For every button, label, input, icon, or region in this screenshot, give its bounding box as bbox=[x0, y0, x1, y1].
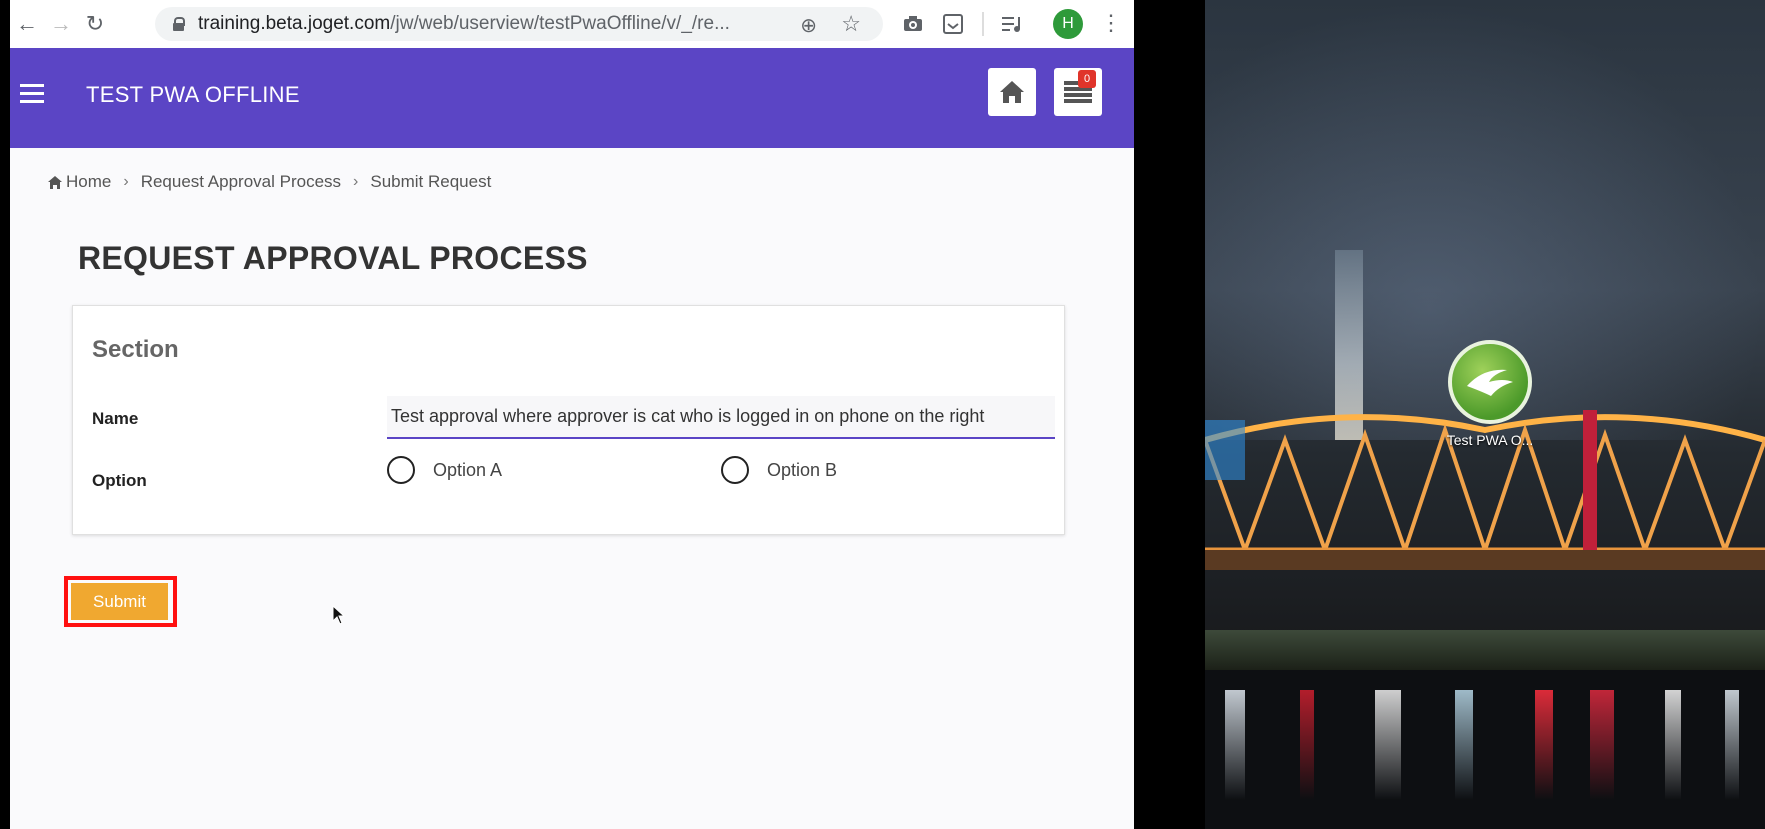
url-path: /jw/web/userview/testPwaOffline/v/_/re..… bbox=[390, 13, 730, 34]
breadcrumb-home[interactable]: Home bbox=[48, 172, 111, 192]
form-section-card: Section Name Option Option A Option B bbox=[72, 305, 1065, 535]
water-reflection bbox=[1725, 690, 1739, 800]
water-reflection bbox=[1665, 690, 1681, 800]
breadcrumb: Home › Request Approval Process › Submit… bbox=[48, 172, 491, 192]
pwa-app-icon[interactable] bbox=[1448, 340, 1532, 424]
breadcrumb-separator: › bbox=[123, 173, 129, 190]
water-reflection bbox=[1375, 690, 1401, 800]
submit-button[interactable]: Submit bbox=[71, 583, 168, 620]
breadcrumb-item-process[interactable]: Request Approval Process bbox=[141, 172, 341, 192]
section-title: Section bbox=[92, 336, 179, 363]
inbox-button[interactable]: 0 bbox=[1054, 68, 1102, 116]
water-reflection bbox=[1455, 690, 1473, 800]
back-icon[interactable]: ← bbox=[10, 7, 44, 41]
water-reflection bbox=[1225, 690, 1245, 800]
forward-icon[interactable]: → bbox=[44, 7, 78, 41]
water-reflection bbox=[1590, 690, 1614, 800]
name-label: Name bbox=[92, 409, 139, 428]
home-button[interactable] bbox=[988, 68, 1036, 116]
radio-option-b[interactable]: Option B bbox=[721, 456, 837, 484]
menu-icon[interactable] bbox=[20, 84, 44, 104]
home-icon bbox=[48, 175, 62, 189]
bookmark-star-icon[interactable]: ☆ bbox=[841, 11, 861, 37]
address-bar[interactable]: training.beta.joget.com/jw/web/userview/… bbox=[155, 7, 883, 41]
radio-circle[interactable] bbox=[387, 456, 415, 484]
radio-option-a-label: Option A bbox=[433, 459, 503, 480]
home-icon bbox=[1000, 81, 1024, 103]
screen-divider bbox=[1134, 0, 1205, 829]
page-title: REQUEST APPROVAL PROCESS bbox=[78, 240, 588, 276]
breadcrumb-item-submit: Submit Request bbox=[370, 172, 492, 191]
pwa-app-icon-label: Test PWA O... bbox=[1446, 432, 1534, 448]
reload-icon[interactable]: ↻ bbox=[78, 7, 112, 41]
browser-window: ← → ↻ training.beta.joget.com/jw/web/use… bbox=[10, 0, 1134, 829]
lock-icon bbox=[173, 17, 185, 31]
radio-option-a[interactable]: Option A bbox=[387, 456, 502, 484]
camera-extension-icon[interactable] bbox=[900, 10, 926, 38]
joget-logo-icon bbox=[1467, 369, 1513, 396]
toolbar-divider bbox=[982, 12, 984, 36]
river-bank bbox=[1205, 630, 1765, 670]
river-water bbox=[1205, 670, 1765, 829]
water-reflection bbox=[1535, 690, 1553, 800]
radio-circle[interactable] bbox=[721, 456, 749, 484]
breadcrumb-separator: › bbox=[353, 173, 359, 190]
radio-option-b-label: Option B bbox=[767, 459, 838, 480]
breadcrumb-home-label: Home bbox=[66, 172, 112, 191]
submit-highlight-box: Submit bbox=[64, 576, 177, 627]
screen-extension-icon[interactable] bbox=[940, 10, 966, 38]
browser-menu-icon[interactable]: ⋮ bbox=[1100, 10, 1122, 36]
name-input[interactable] bbox=[387, 396, 1055, 439]
inbox-count-badge: 0 bbox=[1078, 70, 1096, 88]
media-control-icon[interactable] bbox=[1000, 10, 1026, 38]
mouse-cursor-icon bbox=[332, 605, 346, 625]
option-label: Option bbox=[92, 471, 147, 490]
app-header: TEST PWA OFFLINE 0 bbox=[10, 48, 1134, 148]
profile-avatar[interactable]: H bbox=[1053, 9, 1083, 39]
url-host: training.beta.joget.com bbox=[198, 13, 391, 34]
install-app-icon[interactable]: ⊕ bbox=[800, 13, 817, 38]
water-reflection bbox=[1300, 690, 1314, 800]
browser-toolbar: ← → ↻ training.beta.joget.com/jw/web/use… bbox=[10, 0, 1134, 48]
app-title: TEST PWA OFFLINE bbox=[86, 82, 300, 107]
phone-homescreen: Test PWA O... bbox=[1205, 0, 1765, 829]
